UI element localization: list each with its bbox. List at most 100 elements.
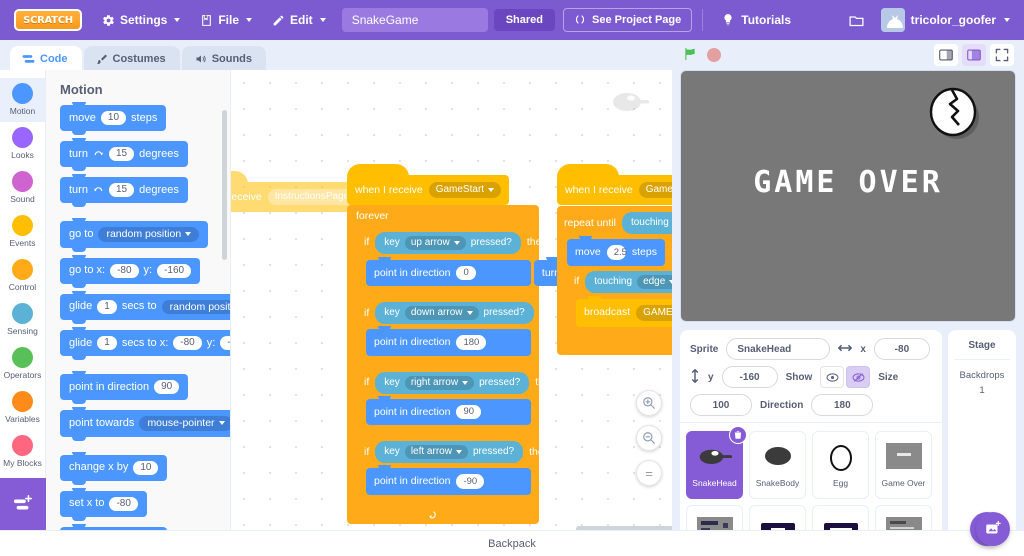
block-if-right-arrow[interactable]: if key right arrow pressed? then point i…: [357, 367, 556, 436]
category-my-blocks[interactable]: My Blocks: [0, 430, 46, 474]
block-input-secs[interactable]: 1: [97, 336, 117, 350]
block-point-in-direction[interactable]: point in direction 90: [366, 395, 531, 425]
block-if-touching-edge[interactable]: if touching edge broadcast GAME: [567, 266, 672, 339]
add-backdrop-button[interactable]: [976, 512, 1010, 546]
block-forever[interactable]: forever if key up arrow pressed? then po…: [347, 205, 672, 524]
block-input-degrees[interactable]: 15: [108, 183, 135, 197]
stage-selector-column[interactable]: Stage Backdrops 1: [948, 330, 1016, 546]
block-touching[interactable]: touching edge: [621, 212, 672, 234]
block-dropdown-message[interactable]: GameStart: [428, 182, 502, 198]
sprite-item-instructionsbutton[interactable]: Instruction...: [812, 505, 869, 530]
stage[interactable]: GAME OVER: [680, 70, 1016, 322]
block-dropdown-target[interactable]: mouse-pointer: [139, 416, 230, 431]
show-hidden-button[interactable]: [846, 366, 871, 388]
block-touching[interactable]: touching edge: [585, 270, 672, 293]
small-stage-button[interactable]: [934, 44, 958, 66]
broadcast-dropdown[interactable]: GAME OVER: [636, 304, 672, 321]
palette-block-set-x-to[interactable]: set x to -80: [60, 487, 147, 521]
block-input-y[interactable]: -160: [220, 336, 230, 350]
project-title-input[interactable]: [341, 8, 488, 32]
sprite-item-egg[interactable]: Egg: [812, 431, 869, 499]
block-input-direction[interactable]: 0: [456, 265, 476, 280]
palette-block-go-to[interactable]: go to random position: [60, 218, 209, 251]
category-variables[interactable]: Variables: [0, 386, 46, 430]
large-stage-button[interactable]: [962, 44, 986, 66]
block-input-direction[interactable]: -90: [456, 474, 485, 489]
category-looks[interactable]: Looks: [0, 122, 46, 166]
block-repeat-until[interactable]: repeat until touching edge: [557, 206, 672, 355]
tab-code[interactable]: Code: [10, 46, 82, 71]
fullscreen-button[interactable]: [990, 44, 1014, 66]
tab-costumes[interactable]: Costumes: [83, 46, 180, 71]
palette-block-go-to-xy[interactable]: go to x: -80 y: -160: [60, 254, 201, 288]
block-input-steps[interactable]: 10: [100, 111, 127, 125]
block-point-in-direction[interactable]: point in direction 180: [366, 326, 531, 356]
block-when-i-receive[interactable]: when I receive GameStart: [347, 164, 510, 205]
backpack-bar[interactable]: Backpack: [0, 530, 1024, 556]
file-menu[interactable]: File: [190, 7, 262, 33]
direction-input[interactable]: 180: [811, 394, 874, 416]
sprite-item-startbutton[interactable]: StartButton: [749, 505, 806, 530]
palette-block-point-towards[interactable]: point towards mouse-pointer: [60, 407, 230, 440]
palette-block-turn-left[interactable]: turn 15 degrees: [60, 174, 188, 207]
script-movement[interactable]: when I receive GameStart forever if key …: [347, 164, 672, 524]
category-motion[interactable]: Motion: [0, 78, 46, 122]
zoom-in-button[interactable]: [636, 390, 662, 416]
block-key-pressed[interactable]: key up arrow pressed?: [375, 231, 521, 254]
delete-sprite-button[interactable]: [729, 426, 747, 444]
key-dropdown[interactable]: down arrow: [404, 306, 479, 320]
block-when-i-receive[interactable]: when I receive GameStart: [557, 164, 672, 205]
green-flag-icon[interactable]: [682, 46, 698, 65]
sprite-item-game-over[interactable]: Game Over: [875, 431, 932, 499]
key-dropdown[interactable]: left arrow: [404, 445, 468, 459]
block-input-direction[interactable]: 90: [456, 404, 482, 419]
category-operators[interactable]: Operators: [0, 342, 46, 386]
settings-menu[interactable]: Settings: [92, 7, 190, 33]
key-dropdown[interactable]: up arrow: [404, 235, 466, 250]
code-canvas[interactable]: when I receive InstructionsPage hide: [231, 70, 672, 530]
block-input-degrees[interactable]: 15: [108, 147, 135, 161]
sprite-item-snakebody[interactable]: SnakeBody: [749, 431, 806, 499]
y-position-input[interactable]: -160: [721, 366, 778, 388]
zoom-reset-button[interactable]: =: [636, 460, 662, 486]
key-dropdown[interactable]: right arrow: [404, 375, 475, 390]
category-sensing[interactable]: Sensing: [0, 298, 46, 342]
block-dropdown-message[interactable]: GameStart: [638, 182, 672, 198]
stop-button[interactable]: [707, 48, 721, 62]
palette-scrollbar[interactable]: [222, 110, 227, 260]
palette-block-point-in-direction[interactable]: point in direction 90: [60, 371, 189, 404]
zoom-out-button[interactable]: [636, 425, 662, 451]
block-input-secs[interactable]: 1: [97, 299, 117, 314]
block-point-in-direction[interactable]: point in direction 0: [366, 256, 531, 286]
block-if-left-arrow[interactable]: if key left arrow pressed? then point in…: [357, 437, 550, 506]
block-key-pressed[interactable]: key down arrow pressed?: [375, 302, 534, 324]
block-point-in-direction[interactable]: point in direction -90: [366, 465, 531, 495]
account-menu[interactable]: tricolor_goofer: [875, 4, 1016, 36]
show-visible-button[interactable]: [820, 366, 845, 388]
sprite-name-input[interactable]: SnakeHead: [726, 338, 831, 360]
block-input-steps[interactable]: 2.5: [606, 245, 627, 260]
block-input-x[interactable]: -80: [109, 496, 138, 511]
palette-block-glide-to[interactable]: glide 1 secs to random position: [60, 290, 230, 324]
block-input-y[interactable]: -160: [157, 263, 192, 278]
block-input-x[interactable]: -80: [173, 336, 202, 350]
scratch-logo[interactable]: SCRATCH: [14, 9, 82, 31]
shared-button[interactable]: Shared: [493, 9, 555, 31]
tab-sounds[interactable]: Sounds: [181, 46, 267, 71]
edit-menu[interactable]: Edit: [262, 7, 336, 33]
block-key-pressed[interactable]: key right arrow pressed?: [375, 371, 530, 394]
palette-block-glide-to-xy[interactable]: glide 1 secs to x: -80 y: -160: [60, 327, 230, 360]
tutorials-button[interactable]: Tutorials: [713, 7, 799, 33]
x-position-input[interactable]: -80: [873, 338, 930, 360]
palette-block-move-steps[interactable]: move 10 steps: [60, 102, 167, 135]
block-if-down-arrow[interactable]: if key down arrow pressed? then point in…: [357, 298, 560, 367]
size-input[interactable]: 100: [690, 394, 752, 416]
block-input-x[interactable]: -80: [110, 263, 139, 278]
block-palette[interactable]: Motion move 10 steps turn 15 degrees tur…: [46, 70, 231, 530]
sprite-item-snakehead[interactable]: SnakeHead: [686, 426, 747, 499]
sprite-item-gamestart[interactable]: GameStart: [686, 505, 743, 530]
category-control[interactable]: Control: [0, 254, 46, 298]
block-input-direction[interactable]: 180: [456, 335, 487, 350]
my-stuff-button[interactable]: [838, 6, 875, 35]
touching-dropdown[interactable]: edge: [637, 274, 672, 289]
